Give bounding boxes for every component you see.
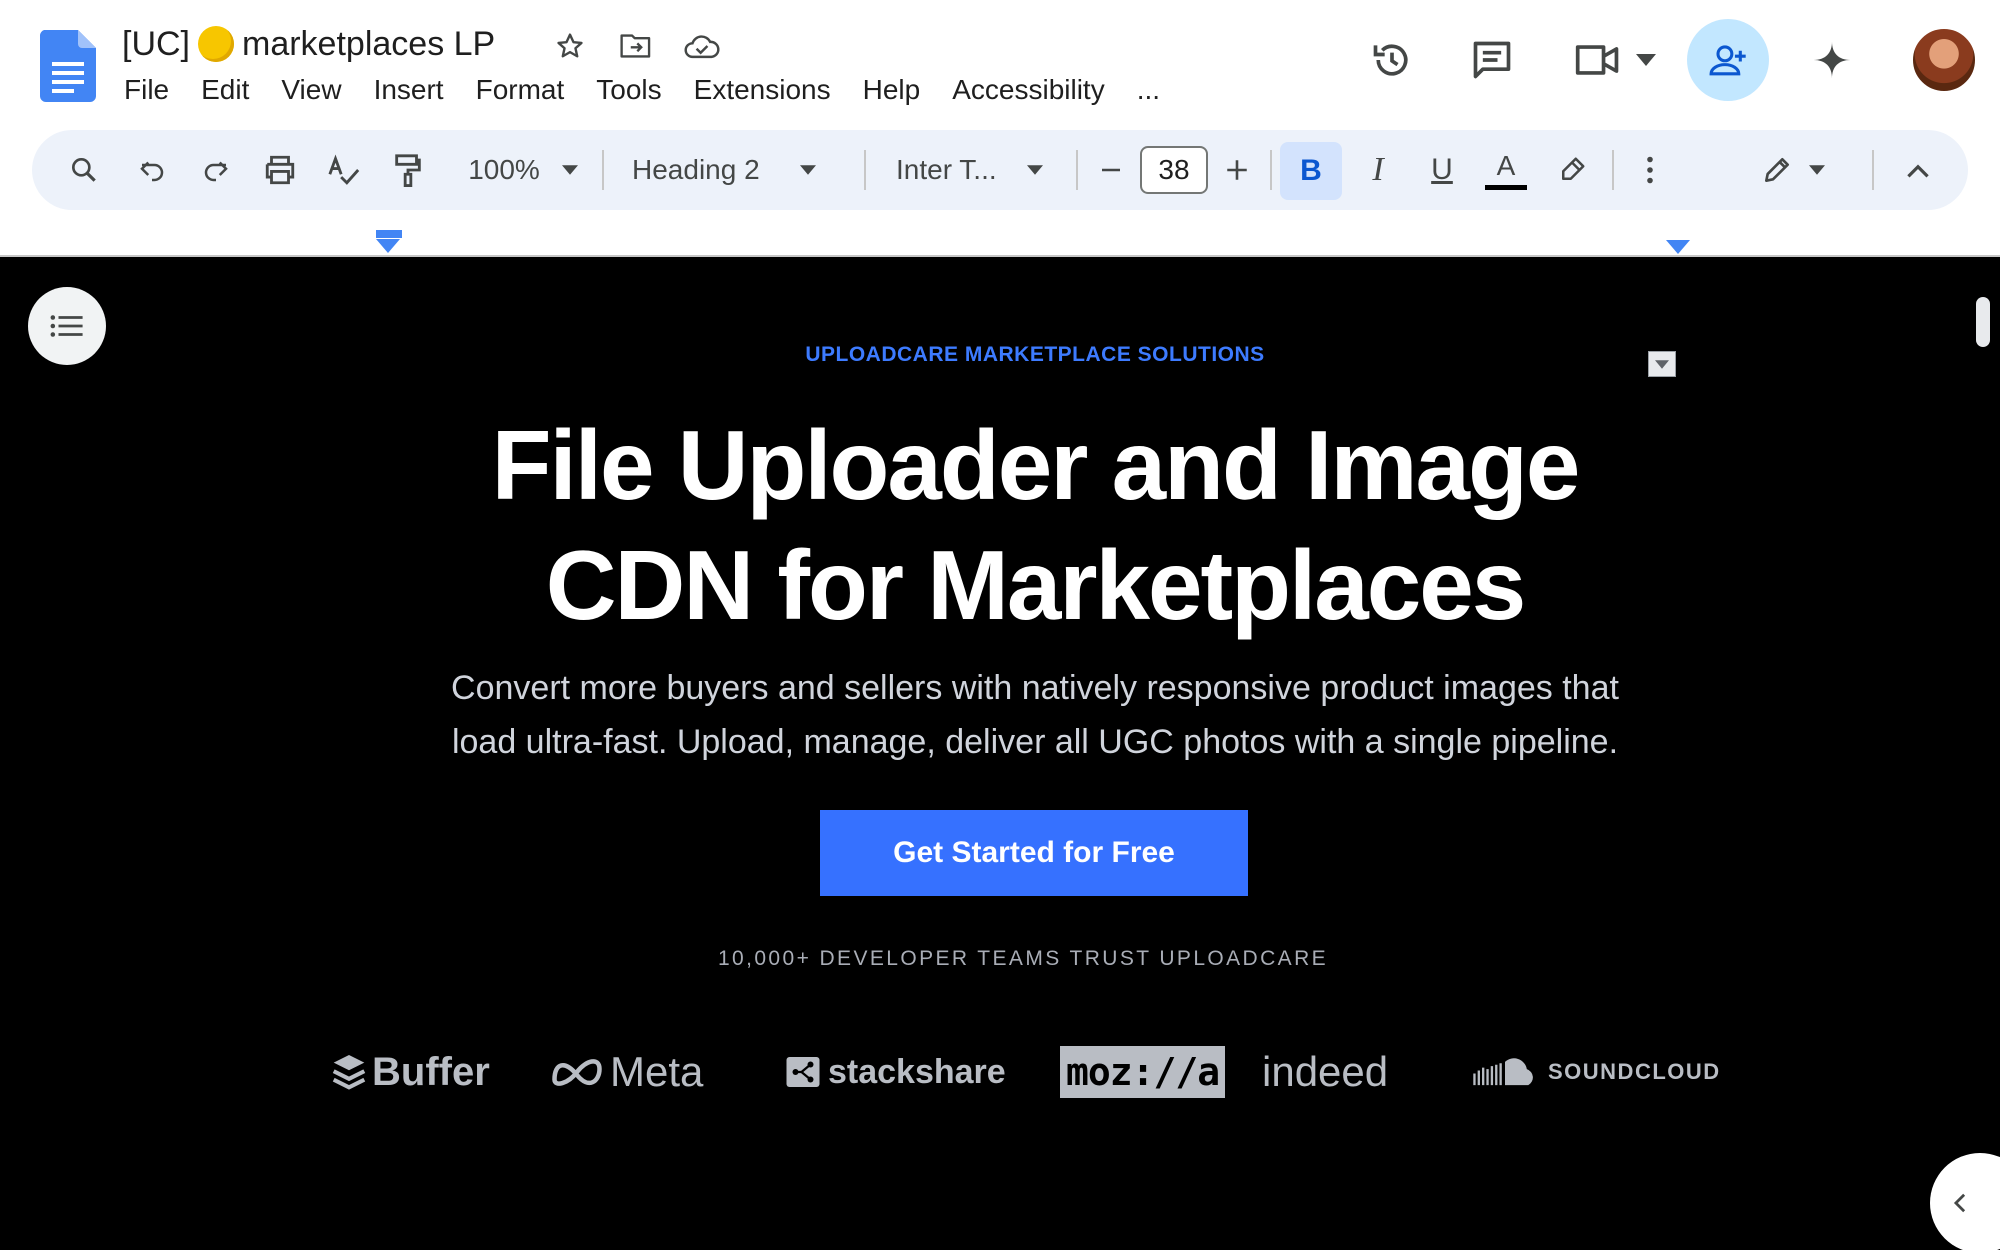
undo-icon[interactable] — [122, 130, 182, 210]
indeed-logo: indeed — [1262, 1048, 1389, 1095]
gemini-sparkle-icon[interactable] — [1790, 18, 1874, 102]
increase-font-size-button[interactable] — [1212, 130, 1262, 210]
headline-line-2: CDN for Marketplaces — [545, 530, 1526, 640]
trust-statement: 10,000+ DEVELOPER TEAMS TRUST UPLOADCARE — [717, 947, 1329, 970]
formatting-toolbar: 100% Heading 2 Inter T... 38 B I U A — [32, 130, 1968, 210]
redo-icon[interactable] — [186, 130, 246, 210]
version-history-icon[interactable] — [1350, 18, 1434, 102]
chevron-down-icon — [1636, 54, 1656, 66]
highlight-color-icon[interactable] — [1542, 130, 1602, 210]
ruler — [0, 212, 2000, 257]
first-line-indent-marker[interactable] — [376, 230, 402, 238]
font-family-select[interactable]: Inter T... — [884, 130, 1094, 210]
cloud-saved-icon[interactable] — [680, 26, 724, 66]
font-size-input[interactable]: 38 — [1140, 146, 1208, 194]
title-actions — [548, 26, 724, 66]
right-indent-marker[interactable] — [1666, 240, 1690, 254]
underline-button[interactable]: U — [1412, 130, 1472, 210]
yellow-circle-emoji-icon — [198, 26, 234, 62]
soundcloud-logo: SOUNDCLOUD — [1472, 1037, 1721, 1107]
editing-mode-select[interactable] — [1738, 130, 1848, 210]
stackshare-logo: stackshare — [786, 1037, 1006, 1107]
chevron-down-icon — [561, 165, 578, 175]
hero-subheadline: Convert more buyers and sellers with nat… — [0, 661, 2000, 769]
print-icon[interactable] — [250, 130, 310, 210]
divider — [602, 150, 604, 190]
meta-logo: Meta — [550, 1037, 703, 1107]
more-options-icon[interactable] — [1628, 130, 1672, 210]
hero-headline: File Uploader and Image CDN for Marketpl… — [0, 405, 2000, 645]
spellcheck-icon[interactable] — [314, 130, 374, 210]
menu-insert[interactable]: Insert — [358, 70, 460, 110]
document-canvas[interactable]: UPLOADCARE MARKETPLACE SOLUTIONS File Up… — [0, 257, 2000, 1250]
menu-format[interactable]: Format — [460, 70, 581, 110]
text-color-swatch — [1485, 184, 1527, 190]
share-button[interactable] — [1686, 18, 1770, 102]
menu-view[interactable]: View — [265, 70, 357, 110]
vertical-scrollbar-thumb[interactable] — [1976, 297, 1990, 347]
star-icon[interactable] — [548, 26, 592, 66]
decrease-font-size-button[interactable] — [1086, 130, 1136, 210]
hide-menus-chevron-up-icon[interactable] — [1888, 130, 1948, 210]
buffer-logo: Buffer — [332, 1037, 490, 1107]
document-title-prefix: [UC] — [122, 24, 190, 63]
stackshare-icon — [786, 1057, 820, 1087]
menu-bar: File Edit View Insert Format Tools Exten… — [108, 70, 1176, 110]
divider — [864, 150, 866, 190]
comments-icon[interactable] — [1450, 18, 1534, 102]
headline-line-1: File Uploader and Image — [491, 410, 1581, 520]
menu-help[interactable]: Help — [847, 70, 937, 110]
chevron-left-icon — [1953, 1193, 1966, 1213]
pencil-icon — [1765, 158, 1789, 182]
divider — [1872, 150, 1874, 190]
chevron-down-icon — [1026, 165, 1043, 175]
minus-icon — [1102, 168, 1120, 172]
document-title[interactable]: [UC] marketplaces LP — [122, 22, 495, 66]
get-started-button[interactable]: Get Started for Free — [820, 810, 1248, 896]
divider — [1076, 150, 1078, 190]
italic-button[interactable]: I — [1348, 130, 1408, 210]
menu-tools[interactable]: Tools — [580, 70, 677, 110]
eyebrow-text: UPLOADCARE MARKETPLACE SOLUTIONS — [805, 343, 1265, 366]
menu-more[interactable]: ... — [1121, 70, 1176, 110]
plus-icon — [1227, 160, 1247, 180]
buffer-stack-icon — [332, 1055, 366, 1090]
menu-accessibility[interactable]: Accessibility — [936, 70, 1120, 110]
customer-logos: Buffer Meta stackshare moz://a indeed SO… — [0, 1037, 2000, 1107]
paint-format-icon[interactable] — [378, 130, 438, 210]
list-icon — [50, 315, 83, 337]
divider — [1612, 150, 1614, 190]
zoom-select[interactable]: 100% — [448, 130, 598, 210]
text-color-button[interactable]: A — [1476, 130, 1536, 210]
top-right-actions — [1320, 18, 2000, 102]
subhead-line-2: load ultra-fast. Upload, manage, deliver… — [451, 723, 1619, 761]
search-menus-icon[interactable] — [54, 130, 114, 210]
style-value: Heading 2 — [632, 154, 760, 185]
soundcloud-cloud-icon — [1473, 1058, 1533, 1086]
text-color-label: A — [1496, 149, 1516, 181]
add-person-icon — [1709, 45, 1746, 76]
subhead-line-1: Convert more buyers and sellers with nat… — [451, 669, 1619, 707]
zoom-value: 100% — [468, 154, 540, 185]
bold-button[interactable]: B — [1280, 142, 1342, 200]
divider — [1270, 150, 1272, 190]
move-folder-icon[interactable] — [614, 26, 658, 66]
title-bar: [UC] marketplaces LP File Edit View Inse… — [0, 0, 2000, 125]
document-title-name: marketplaces LP — [242, 24, 496, 63]
google-docs-logo-icon[interactable] — [40, 30, 96, 102]
meta-infinity-icon — [552, 1059, 602, 1086]
chevron-down-icon — [1809, 165, 1825, 175]
menu-edit[interactable]: Edit — [185, 70, 265, 110]
menu-extensions[interactable]: Extensions — [678, 70, 847, 110]
mozilla-logo: moz://a — [1060, 1037, 1226, 1107]
left-indent-marker[interactable] — [376, 239, 400, 253]
font-value: Inter T... — [896, 154, 997, 185]
meet-icon[interactable] — [1560, 18, 1670, 102]
side-panel-toggle-button[interactable] — [1930, 1153, 2000, 1250]
paragraph-style-select[interactable]: Heading 2 — [624, 130, 864, 210]
menu-file[interactable]: File — [108, 70, 185, 110]
account-avatar[interactable] — [1902, 18, 1986, 102]
chevron-down-icon — [799, 165, 816, 175]
